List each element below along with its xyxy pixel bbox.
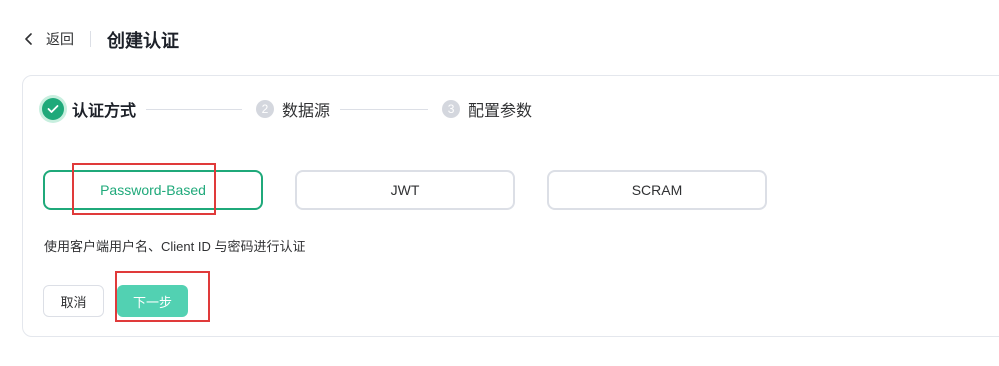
step-connector [340,108,429,110]
page-title: 创建认证 [107,31,179,51]
step-data-source: 2 数据源 [254,97,330,121]
back-label: 返回 [46,31,74,47]
step-label: 认证方式 [72,103,137,120]
option-description: 使用客户端用户名、Client ID 与密码进行认证 [44,239,306,254]
option-jwt[interactable]: JWT [295,170,515,210]
back-button[interactable]: 返回 [22,29,74,49]
option-password-based[interactable]: Password-Based [43,170,263,210]
next-button[interactable]: 下一步 [117,285,188,317]
cancel-button[interactable]: 取消 [43,285,104,317]
step-connector [146,108,243,110]
step-number: 3 [442,100,461,118]
step-config-params: 3 配置参数 [440,97,532,121]
step-label: 数据源 [282,103,331,120]
option-scram[interactable]: SCRAM [547,170,767,210]
create-auth-card: 认证方式 2 数据源 3 配置参数 Password-Based JWT SCR… [22,75,999,337]
check-icon [42,98,64,120]
step-auth-method: 认证方式 [42,97,136,121]
step-number: 2 [256,100,275,118]
stepper: 认证方式 2 数据源 3 配置参数 [42,96,532,122]
chevron-left-icon [22,32,36,46]
page-header: 返回 创建认证 [0,0,999,76]
step-label: 配置参数 [468,103,533,120]
header-divider [90,31,91,47]
